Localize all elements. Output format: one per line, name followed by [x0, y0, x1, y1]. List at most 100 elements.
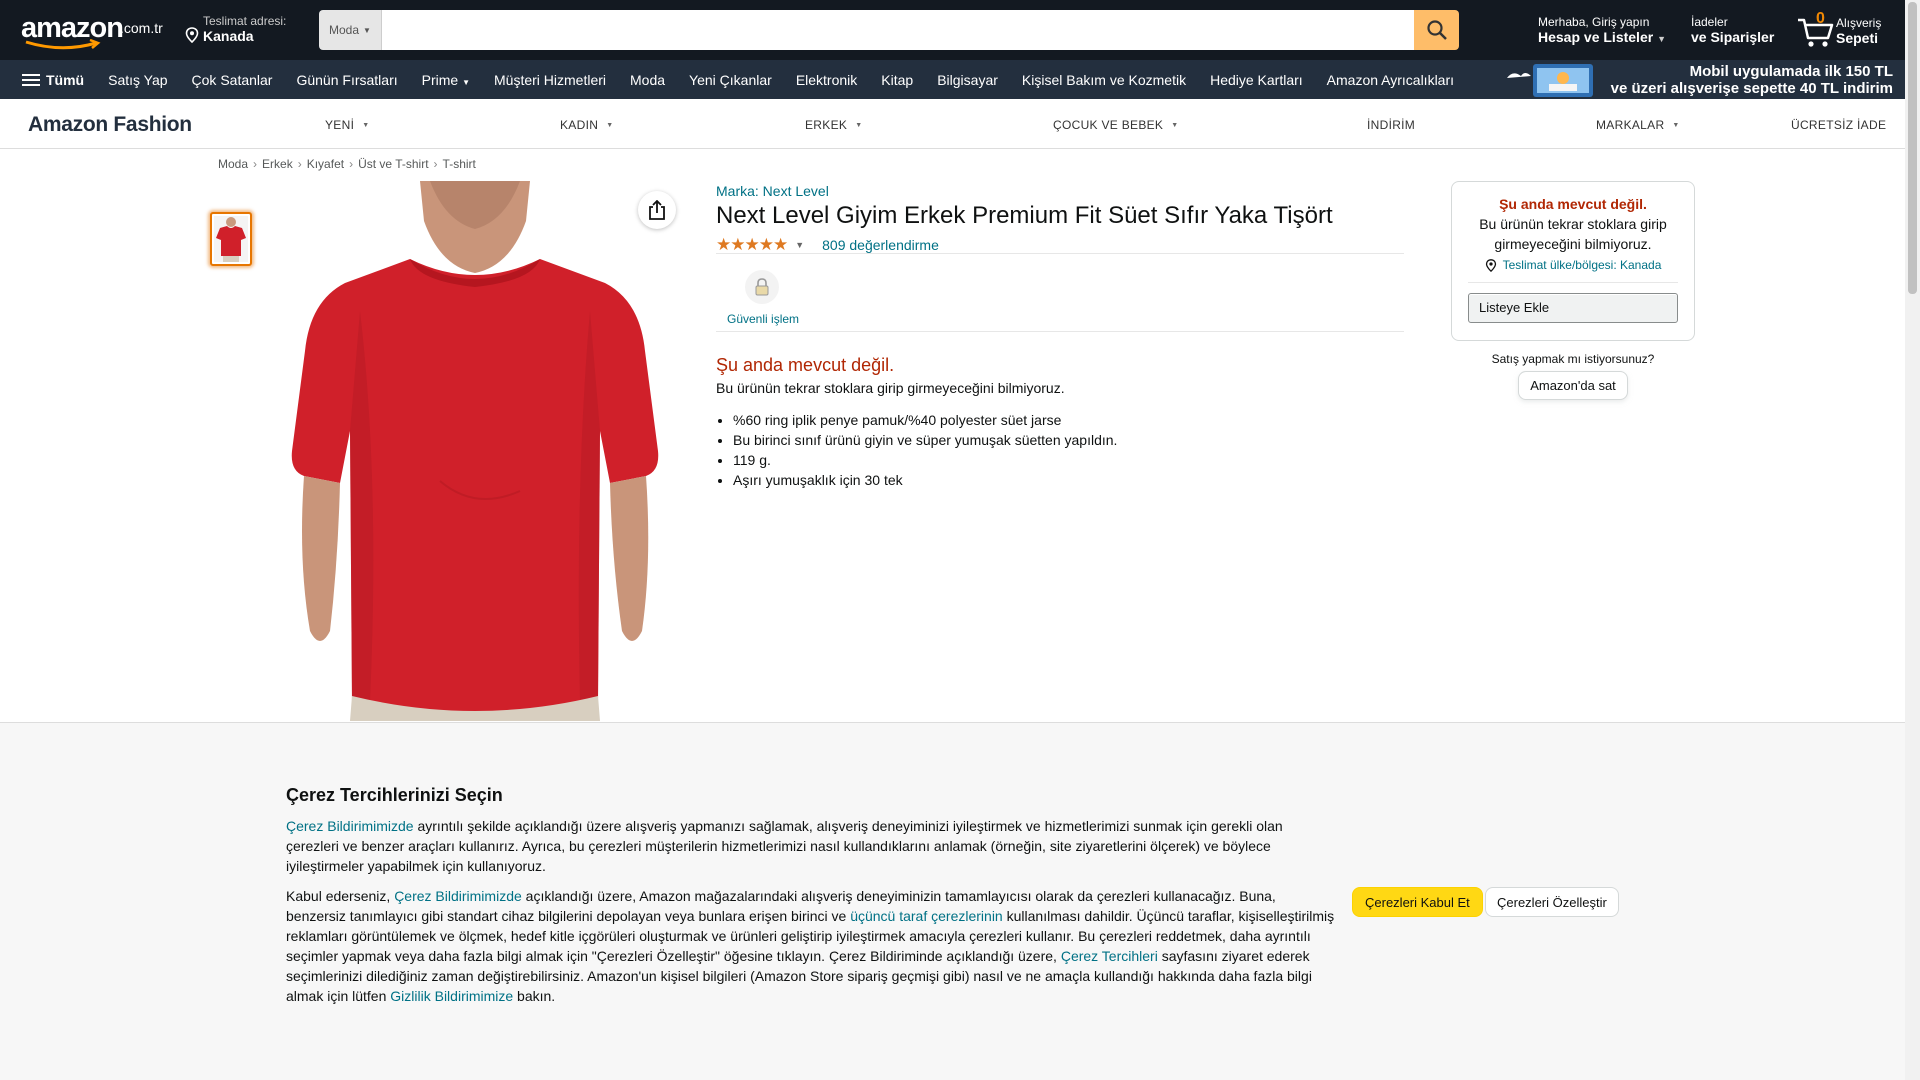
delivery-country-link[interactable]: Teslimat ülke/bölgesi: Kanada	[1468, 258, 1678, 272]
secure-transaction-badge[interactable]: Güvenli işlem	[727, 270, 800, 326]
search-input[interactable]	[382, 10, 1414, 50]
sell-on-amazon-button[interactable]: Amazon'da sat	[1518, 371, 1628, 400]
search-category-select[interactable]: Moda ▼	[319, 10, 382, 50]
availability-status: Şu anda mevcut değil.	[716, 355, 895, 375]
location-pin-icon	[1485, 258, 1496, 272]
secure-transaction-label: Güvenli işlem	[727, 312, 800, 326]
cookie-text: bakın.	[513, 988, 556, 1004]
nav-item-privileges[interactable]: Amazon Ayrıcalıkları	[1315, 72, 1466, 88]
breadcrumb-item[interactable]: Erkek	[262, 157, 293, 171]
divider	[716, 331, 1404, 332]
nav-item-prime-label: Prime	[421, 71, 459, 88]
fashion-cat-men[interactable]: ERKEK ▼	[805, 118, 862, 132]
fashion-cat-new[interactable]: YENİ ▼	[325, 118, 369, 132]
caret-down-icon: ▼	[1657, 34, 1666, 44]
fashion-cat-women[interactable]: KADIN ▼	[560, 118, 613, 132]
nav-item-fashion[interactable]: Moda	[618, 72, 677, 88]
cart-label-line1: Alışveriş	[1836, 16, 1882, 30]
buybox-message: Bu ürünün tekrar stoklara girip girmeyec…	[1479, 216, 1667, 252]
page-scrollbar[interactable]	[1905, 0, 1920, 1080]
delivery-location[interactable]: Teslimat adresi: Kanada	[183, 14, 303, 44]
fashion-cat-free-returns[interactable]: ÜCRETSİZ İADE	[1791, 118, 1886, 132]
image-thumbnail[interactable]	[210, 212, 252, 266]
fashion-cat-men-label: ERKEK	[805, 118, 848, 132]
product-title: Next Level Giyim Erkek Premium Fit Süet …	[716, 202, 1333, 229]
promo-line1: Mobil uygulamada ilk 150 TL	[1689, 62, 1893, 80]
availability-message: Bu ürünün tekrar stoklara girip girmeyec…	[716, 380, 1065, 396]
sell-question: Satış yapmak mı istiyorsunuz?	[1491, 352, 1655, 366]
nav-item-beauty[interactable]: Kişisel Bakım ve Kozmetik	[1010, 72, 1198, 88]
account-lists[interactable]: Merhaba, Giriş yapın Hesap ve Listeler ▼	[1538, 15, 1666, 45]
top-navbar: amazon .com.tr Teslimat adresi: Kanada M…	[0, 0, 1905, 60]
tshirt-thumbnail-image	[214, 216, 248, 262]
review-count-link[interactable]: 809 değerlendirme	[822, 237, 939, 253]
breadcrumb-item[interactable]: Moda	[218, 157, 248, 171]
third-party-cookies-link[interactable]: üçüncü taraf çerezlerinin	[850, 908, 1003, 924]
customize-cookies-button[interactable]: Çerezleri Özelleştir	[1485, 887, 1619, 917]
cart-label-line2: Sepeti	[1836, 30, 1879, 46]
fashion-cat-women-label: KADIN	[560, 118, 599, 132]
amazon-logo[interactable]: amazon .com.tr	[20, 12, 170, 50]
fashion-subnav: Amazon Fashion YENİ ▼ KADIN ▼ ERKEK ▼ ÇOCUK…	[0, 99, 1905, 149]
buy-box: Şu anda mevcut değil. Bu ürünün tekrar s…	[1451, 181, 1695, 341]
breadcrumb-item[interactable]: T-shirt	[443, 157, 476, 171]
nav-item-bestsellers[interactable]: Çok Satanlar	[180, 72, 285, 88]
search-button[interactable]	[1414, 10, 1459, 50]
fashion-cat-kids-label: ÇOCUK VE BEBEK	[1053, 118, 1164, 132]
accept-cookies-button[interactable]: Çerezleri Kabul Et	[1352, 887, 1483, 917]
nav-item-electronics[interactable]: Elektronik	[784, 72, 869, 88]
cookie-consent-banner: Çerez Tercihlerinizi Seçin Çerez Bildiri…	[0, 722, 1905, 1080]
all-menu-label: Tümü	[46, 71, 85, 88]
chevron-right-icon: ›	[297, 157, 302, 171]
search-icon	[1426, 20, 1447, 40]
fashion-cat-brands[interactable]: MARKALAR ▼	[1596, 118, 1680, 132]
share-button[interactable]	[638, 191, 676, 229]
caret-down-icon: ▼	[1171, 122, 1179, 129]
nav-item-sell[interactable]: Satış Yap	[96, 72, 179, 88]
chevron-right-icon: ›	[433, 157, 438, 171]
fashion-cat-sale[interactable]: İNDİRİM	[1367, 118, 1415, 132]
cookie-notice-link[interactable]: Çerez Bildirimimizde	[286, 818, 414, 834]
nav-item-customer-service[interactable]: Müşteri Hizmetleri	[482, 72, 618, 88]
privacy-notice-link[interactable]: Gizlilik Bildirimimize	[390, 988, 513, 1004]
nav-item-computers[interactable]: Bilgisayar	[925, 72, 1010, 88]
cookie-preferences-link[interactable]: Çerez Tercihleri	[1061, 948, 1158, 964]
nav-item-prime[interactable]: Prime ▼	[410, 72, 482, 88]
feature-bullet: %60 ring iplik penye pamuk/%40 polyester…	[733, 410, 1117, 430]
nav-item-books[interactable]: Kitap	[869, 72, 925, 88]
breadcrumb-item[interactable]: Üst ve T-shirt	[358, 157, 428, 171]
mobile-app-promo[interactable]: Mobil uygulamada ilk 150 TL ve üzeri alış…	[1503, 62, 1893, 97]
cookie-title: Çerez Tercihlerinizi Seçin	[286, 785, 503, 805]
all-menu-button[interactable]: Tümü	[22, 71, 96, 89]
cookie-notice-link[interactable]: Çerez Bildirimimizde	[394, 888, 522, 904]
fashion-cat-kids[interactable]: ÇOCUK VE BEBEK ▼	[1053, 118, 1178, 132]
chevron-right-icon: ›	[253, 157, 258, 171]
returns-label: İadeler	[1691, 15, 1728, 29]
returns-orders[interactable]: İadeler ve Siparişler	[1691, 15, 1774, 45]
orders-label: ve Siparişler	[1691, 29, 1775, 45]
nav-item-gift-cards[interactable]: Hediye Kartları	[1198, 72, 1315, 88]
cart-button[interactable]: 0 Alışveriş Sepeti	[1796, 10, 1896, 50]
caret-down-icon: ▼	[362, 122, 370, 129]
feature-bullet: Aşırı yumuşaklık için 30 tek	[733, 470, 1117, 490]
account-label: Hesap ve Listeler	[1538, 29, 1654, 45]
star-rating-icon[interactable]: ★★★★★	[716, 235, 788, 255]
delivery-country-label: Teslimat ülke/bölgesi: Kanada	[1502, 258, 1662, 272]
caret-down-icon: ▼	[855, 122, 863, 129]
location-pin-icon	[185, 27, 199, 43]
logo-tld: .com.tr	[120, 20, 163, 36]
amazon-fashion-logo[interactable]: Amazon Fashion	[28, 113, 192, 137]
search-bar: Moda ▼	[319, 10, 1459, 50]
caret-down-icon: ▼	[1672, 122, 1680, 129]
nav-item-deals[interactable]: Günün Fırsatları	[284, 72, 409, 88]
add-to-list-button[interactable]: Listeye Ekle	[1468, 293, 1678, 323]
scrollbar-thumb[interactable]	[1908, 2, 1917, 294]
red-tshirt-model-image	[280, 181, 670, 721]
breadcrumb-item[interactable]: Kıyafet	[307, 157, 344, 171]
nav-item-new-releases[interactable]: Yeni Çıkanlar	[677, 72, 784, 88]
cookie-text: Kabul ederseniz,	[286, 888, 395, 904]
brand-link[interactable]: Marka: Next Level	[716, 183, 829, 199]
chevron-down-icon[interactable]: ▼	[795, 240, 804, 250]
main-product-image[interactable]	[280, 181, 670, 721]
deliver-location-value: Kanada	[203, 28, 254, 44]
